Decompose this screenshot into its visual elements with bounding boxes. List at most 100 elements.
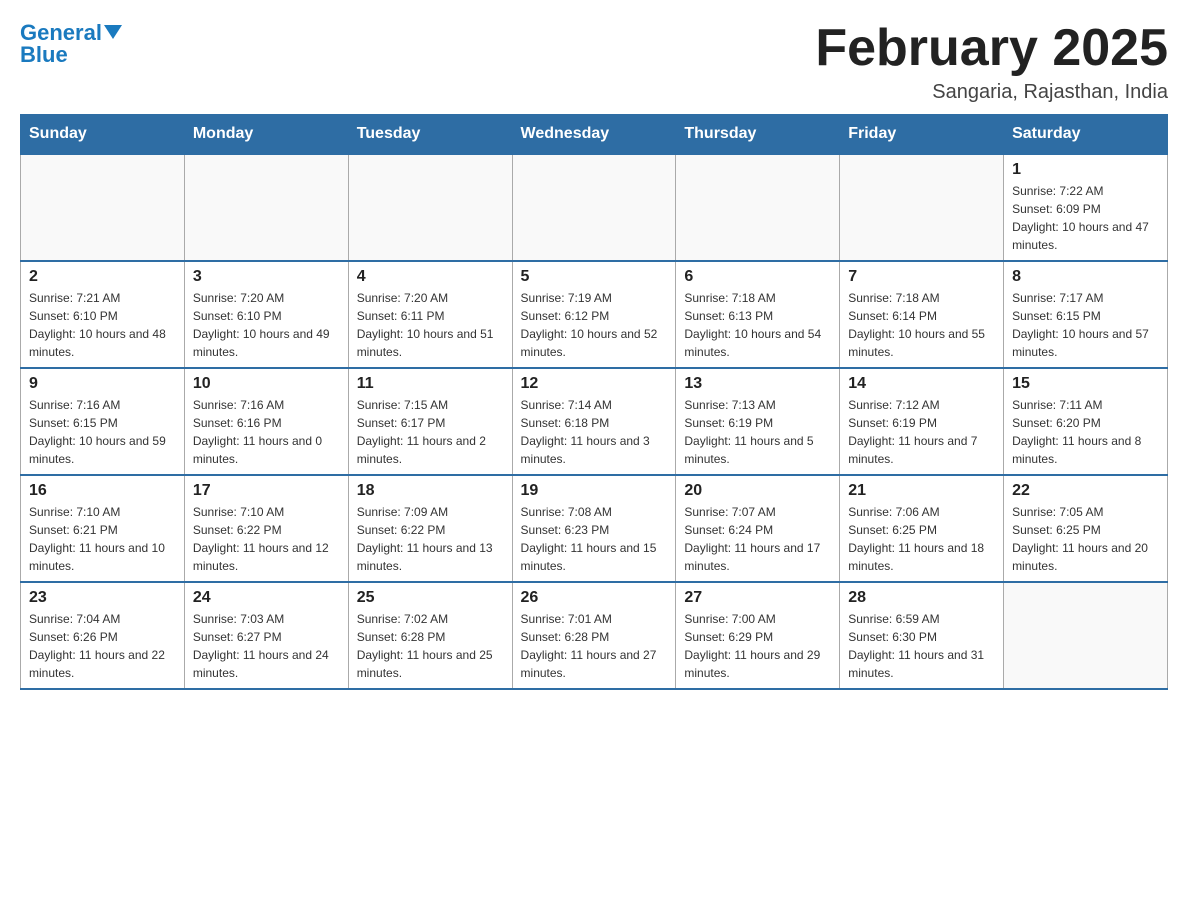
day-number: 19	[521, 482, 668, 500]
day-number: 8	[1012, 268, 1159, 286]
table-row: 14Sunrise: 7:12 AMSunset: 6:19 PMDayligh…	[840, 368, 1004, 475]
day-number: 22	[1012, 482, 1159, 500]
day-number: 3	[193, 268, 340, 286]
day-info: Sunrise: 7:11 AMSunset: 6:20 PMDaylight:…	[1012, 396, 1159, 468]
table-row: 20 Sunrise: 7:07 AMSunset: 6:24 PMDayligh…	[676, 475, 840, 582]
calendar-header-row: Sunday Monday Tuesday Wednesday Thursday…	[21, 115, 1168, 155]
day-info: Sunrise: 7:00 AMSunset: 6:29 PMDaylight:…	[684, 610, 831, 682]
col-wednesday: Wednesday	[512, 115, 676, 155]
day-number: 26	[521, 589, 668, 607]
day-info: Sunrise: 7:12 AMSunset: 6:19 PMDaylight:…	[848, 396, 995, 468]
table-row: 24 Sunrise: 7:03 AMSunset: 6:27 PMDayligh…	[184, 582, 348, 689]
calendar-row: 9Sunrise: 7:16 AMSunset: 6:15 PMDaylight…	[21, 368, 1168, 475]
table-row	[1004, 582, 1168, 689]
table-row: 7 Sunrise: 7:18 AMSunset: 6:14 PMDaylight…	[840, 261, 1004, 368]
day-info: Sunrise: 7:21 AMSunset: 6:10 PMDaylight:…	[29, 289, 176, 361]
day-info: Sunrise: 7:05 AMSunset: 6:25 PMDaylight:…	[1012, 503, 1159, 575]
day-info: Sunrise: 7:09 AMSunset: 6:22 PMDaylight:…	[357, 503, 504, 575]
day-info: Sunrise: 7:10 AMSunset: 6:22 PMDaylight:…	[193, 503, 340, 575]
day-number: 7	[848, 268, 995, 286]
day-number: 16	[29, 482, 176, 500]
col-friday: Friday	[840, 115, 1004, 155]
table-row: 12 Sunrise: 7:14 AMSunset: 6:18 PMDayligh…	[512, 368, 676, 475]
day-info: Sunrise: 7:15 AMSunset: 6:17 PMDaylight:…	[357, 396, 504, 468]
table-row: 8Sunrise: 7:17 AMSunset: 6:15 PMDaylight…	[1004, 261, 1168, 368]
table-row: 15Sunrise: 7:11 AMSunset: 6:20 PMDayligh…	[1004, 368, 1168, 475]
col-sunday: Sunday	[21, 115, 185, 155]
month-title: February 2025	[815, 20, 1168, 77]
table-row: 18 Sunrise: 7:09 AMSunset: 6:22 PMDayligh…	[348, 475, 512, 582]
day-info: Sunrise: 7:16 AMSunset: 6:15 PMDaylight:…	[29, 396, 176, 468]
table-row: 11 Sunrise: 7:15 AMSunset: 6:17 PMDayligh…	[348, 368, 512, 475]
calendar-row: 2 Sunrise: 7:21 AMSunset: 6:10 PMDaylight…	[21, 261, 1168, 368]
calendar-row: 16 Sunrise: 7:10 AMSunset: 6:21 PMDayligh…	[21, 475, 1168, 582]
day-info: Sunrise: 7:03 AMSunset: 6:27 PMDaylight:…	[193, 610, 340, 682]
day-number: 4	[357, 268, 504, 286]
day-number: 2	[29, 268, 176, 286]
calendar-row: 1 Sunrise: 7:22 AMSunset: 6:09 PMDaylight…	[21, 154, 1168, 261]
calendar-row: 23Sunrise: 7:04 AMSunset: 6:26 PMDayligh…	[21, 582, 1168, 689]
table-row: 2 Sunrise: 7:21 AMSunset: 6:10 PMDaylight…	[21, 261, 185, 368]
day-info: Sunrise: 7:20 AMSunset: 6:10 PMDaylight:…	[193, 289, 340, 361]
col-saturday: Saturday	[1004, 115, 1168, 155]
day-number: 10	[193, 375, 340, 393]
page-header: General Blue February 2025 Sangaria, Raj…	[20, 20, 1168, 104]
day-info: Sunrise: 7:16 AMSunset: 6:16 PMDaylight:…	[193, 396, 340, 468]
table-row: 3 Sunrise: 7:20 AMSunset: 6:10 PMDaylight…	[184, 261, 348, 368]
table-row: 26 Sunrise: 7:01 AMSunset: 6:28 PMDayligh…	[512, 582, 676, 689]
table-row: 16 Sunrise: 7:10 AMSunset: 6:21 PMDayligh…	[21, 475, 185, 582]
day-info: Sunrise: 7:20 AMSunset: 6:11 PMDaylight:…	[357, 289, 504, 361]
col-tuesday: Tuesday	[348, 115, 512, 155]
day-info: Sunrise: 7:10 AMSunset: 6:21 PMDaylight:…	[29, 503, 176, 575]
day-number: 18	[357, 482, 504, 500]
table-row	[512, 154, 676, 261]
day-info: Sunrise: 7:14 AMSunset: 6:18 PMDaylight:…	[521, 396, 668, 468]
table-row	[184, 154, 348, 261]
table-row: 13 Sunrise: 7:13 AMSunset: 6:19 PMDayligh…	[676, 368, 840, 475]
col-monday: Monday	[184, 115, 348, 155]
day-info: Sunrise: 7:18 AMSunset: 6:14 PMDaylight:…	[848, 289, 995, 361]
table-row: 21Sunrise: 7:06 AMSunset: 6:25 PMDayligh…	[840, 475, 1004, 582]
table-row: 19 Sunrise: 7:08 AMSunset: 6:23 PMDayligh…	[512, 475, 676, 582]
day-info: Sunrise: 7:13 AMSunset: 6:19 PMDaylight:…	[684, 396, 831, 468]
table-row: 4 Sunrise: 7:20 AMSunset: 6:11 PMDaylight…	[348, 261, 512, 368]
day-number: 27	[684, 589, 831, 607]
logo: General Blue	[20, 20, 122, 68]
day-number: 20	[684, 482, 831, 500]
day-info: Sunrise: 7:06 AMSunset: 6:25 PMDaylight:…	[848, 503, 995, 575]
table-row: 17 Sunrise: 7:10 AMSunset: 6:22 PMDayligh…	[184, 475, 348, 582]
table-row: 6 Sunrise: 7:18 AMSunset: 6:13 PMDaylight…	[676, 261, 840, 368]
col-thursday: Thursday	[676, 115, 840, 155]
day-info: Sunrise: 7:19 AMSunset: 6:12 PMDaylight:…	[521, 289, 668, 361]
day-number: 5	[521, 268, 668, 286]
table-row: 25Sunrise: 7:02 AMSunset: 6:28 PMDayligh…	[348, 582, 512, 689]
table-row: 5 Sunrise: 7:19 AMSunset: 6:12 PMDaylight…	[512, 261, 676, 368]
day-number: 12	[521, 375, 668, 393]
table-row: 22 Sunrise: 7:05 AMSunset: 6:25 PMDayligh…	[1004, 475, 1168, 582]
day-number: 11	[357, 375, 504, 393]
day-info: Sunrise: 7:18 AMSunset: 6:13 PMDaylight:…	[684, 289, 831, 361]
logo-blue: Blue	[20, 42, 68, 68]
day-info: Sunrise: 7:08 AMSunset: 6:23 PMDaylight:…	[521, 503, 668, 575]
table-row	[676, 154, 840, 261]
day-info: Sunrise: 7:02 AMSunset: 6:28 PMDaylight:…	[357, 610, 504, 682]
day-info: Sunrise: 7:04 AMSunset: 6:26 PMDaylight:…	[29, 610, 176, 682]
day-number: 17	[193, 482, 340, 500]
table-row: 27 Sunrise: 7:00 AMSunset: 6:29 PMDayligh…	[676, 582, 840, 689]
table-row	[21, 154, 185, 261]
day-info: Sunrise: 6:59 AMSunset: 6:30 PMDaylight:…	[848, 610, 995, 682]
calendar-table: Sunday Monday Tuesday Wednesday Thursday…	[20, 114, 1168, 690]
day-number: 6	[684, 268, 831, 286]
day-number: 13	[684, 375, 831, 393]
table-row: 1 Sunrise: 7:22 AMSunset: 6:09 PMDaylight…	[1004, 154, 1168, 261]
table-row: 9Sunrise: 7:16 AMSunset: 6:15 PMDaylight…	[21, 368, 185, 475]
day-info: Sunrise: 7:07 AMSunset: 6:24 PMDaylight:…	[684, 503, 831, 575]
day-info: Sunrise: 7:22 AMSunset: 6:09 PMDaylight:…	[1012, 182, 1159, 254]
day-number: 1	[1012, 161, 1159, 179]
table-row	[840, 154, 1004, 261]
day-info: Sunrise: 7:01 AMSunset: 6:28 PMDaylight:…	[521, 610, 668, 682]
location: Sangaria, Rajasthan, India	[815, 81, 1168, 104]
table-row: 28Sunrise: 6:59 AMSunset: 6:30 PMDayligh…	[840, 582, 1004, 689]
table-row: 23Sunrise: 7:04 AMSunset: 6:26 PMDayligh…	[21, 582, 185, 689]
day-number: 24	[193, 589, 340, 607]
